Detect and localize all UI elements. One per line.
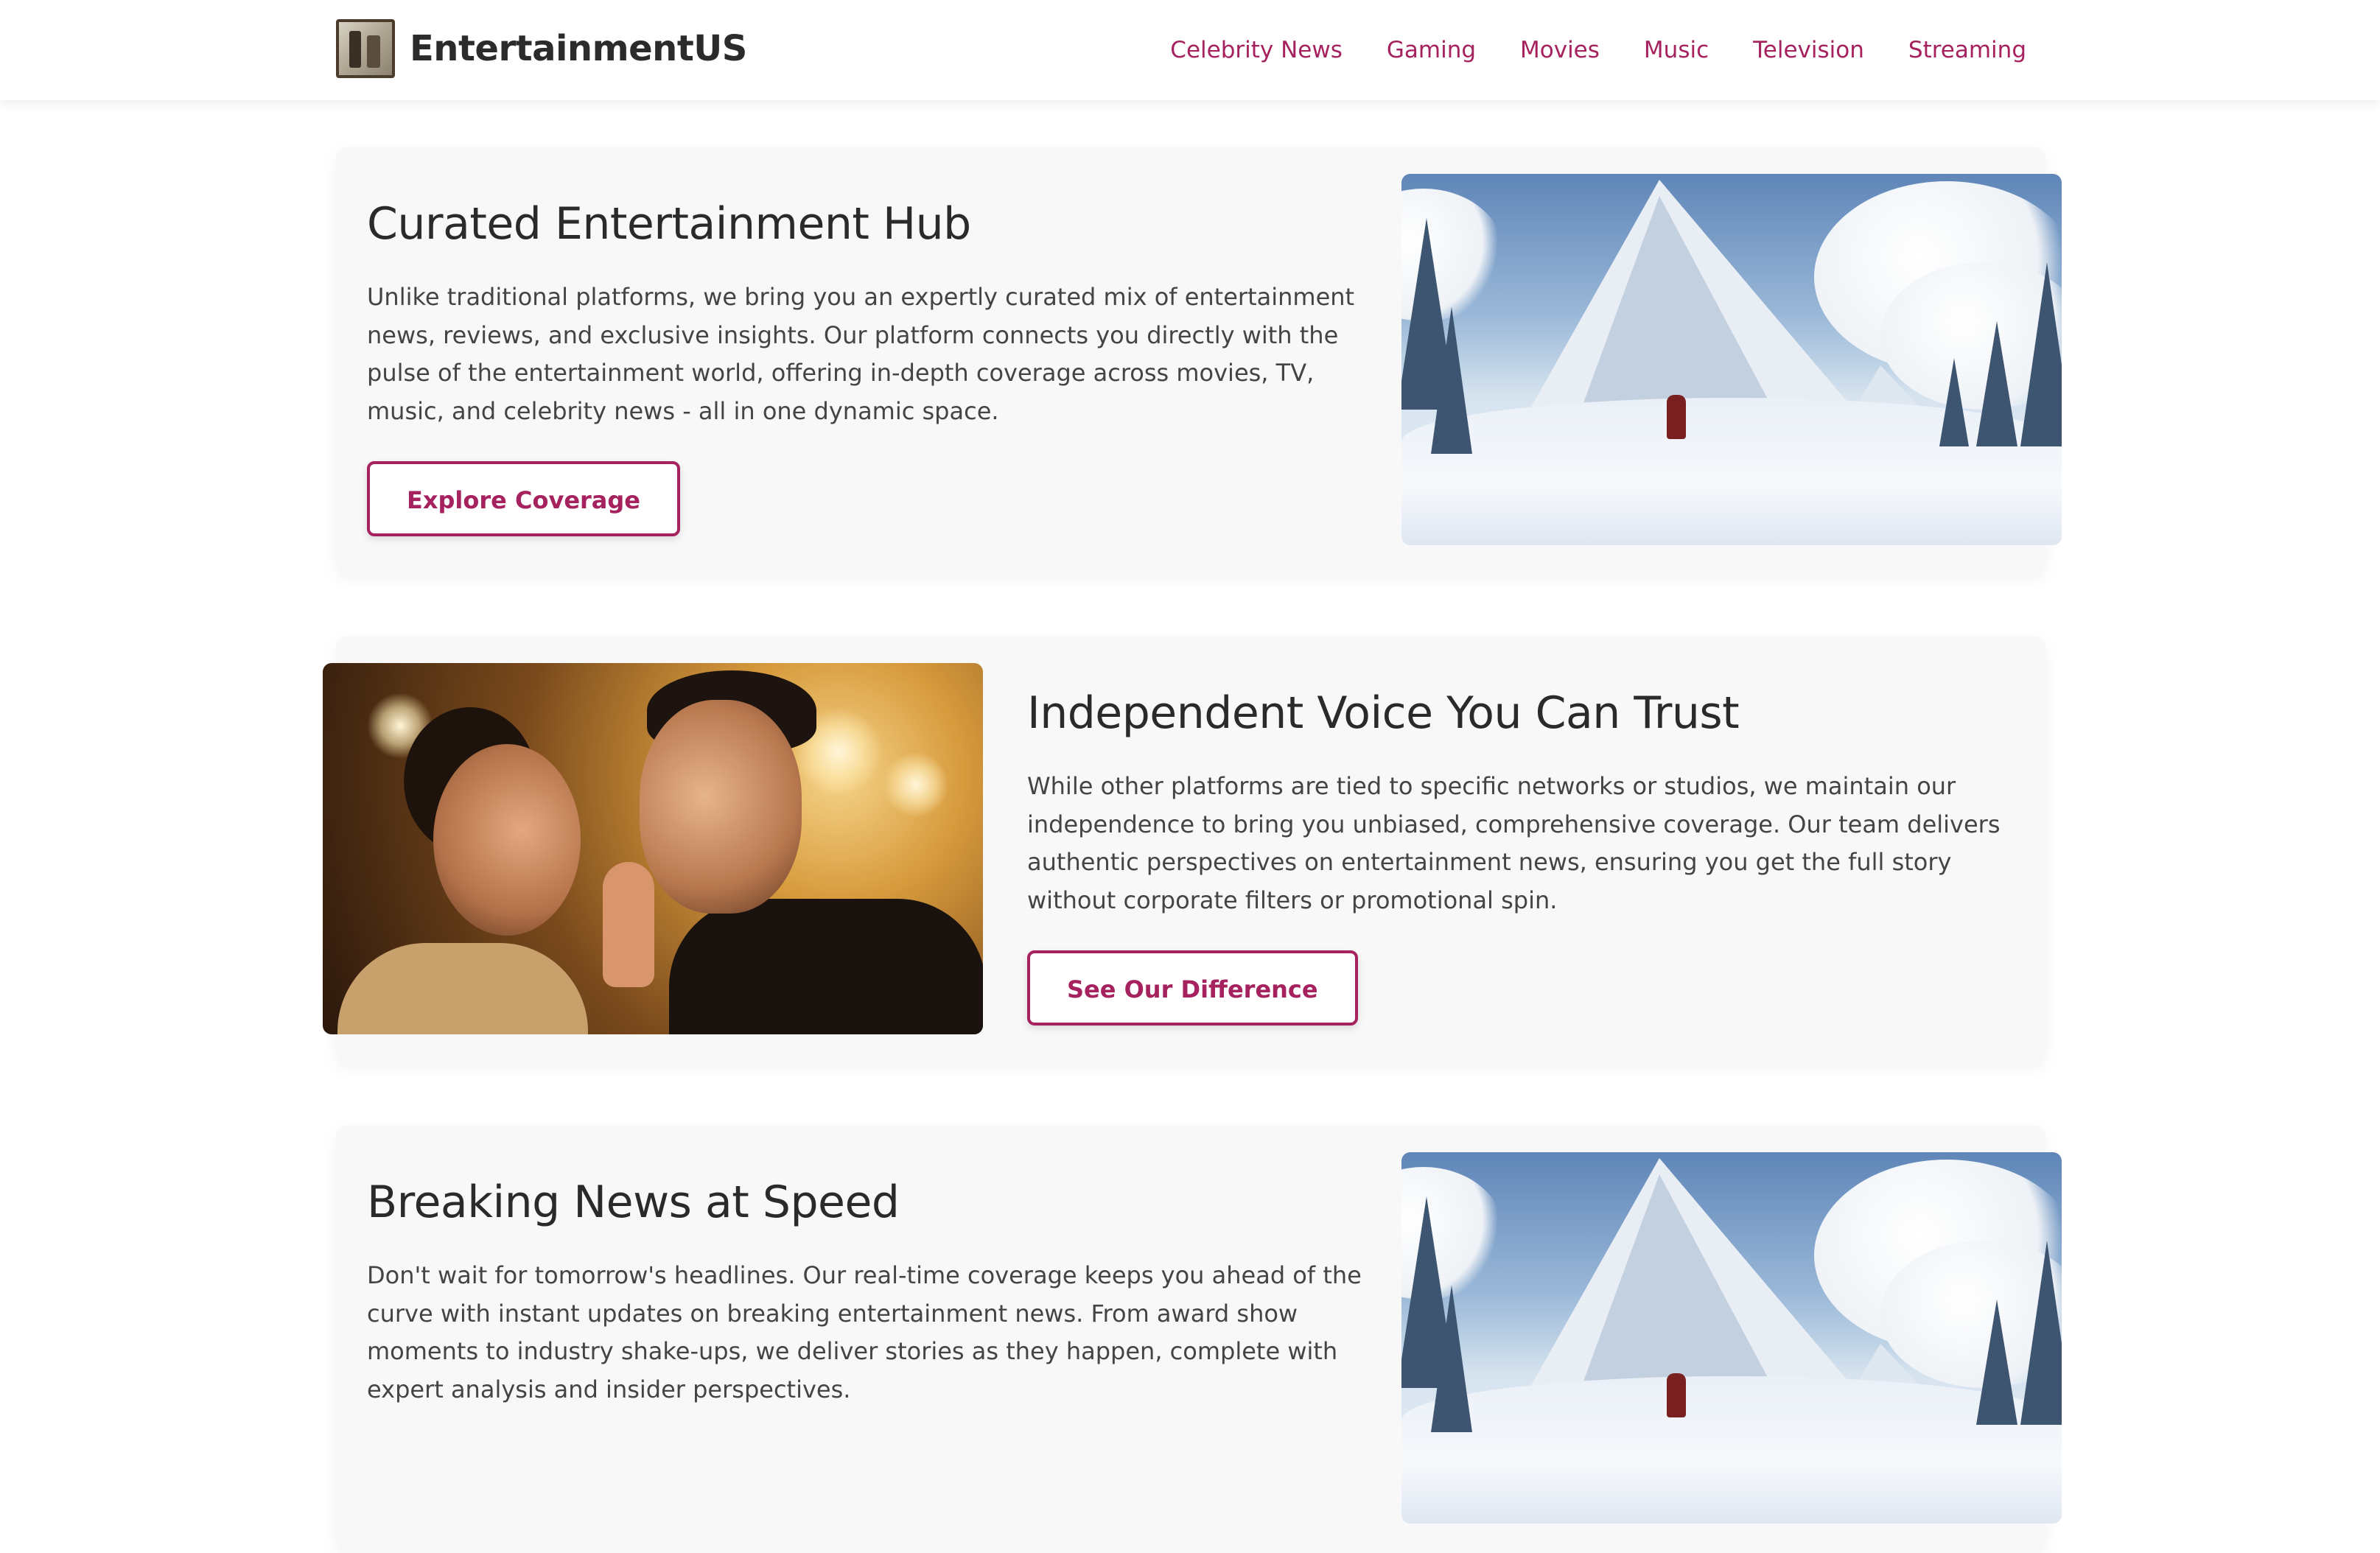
snowy-mountain-hiker-image: [1401, 174, 2062, 545]
feature-title: Breaking News at Speed: [367, 1177, 900, 1228]
feature-description: Unlike traditional platforms, we bring y…: [367, 283, 1355, 425]
nav-link-television[interactable]: Television: [1753, 37, 1864, 63]
feature-description: Don't wait for tomorrow's headlines. Our…: [367, 1261, 1362, 1403]
see-our-difference-button[interactable]: See Our Difference: [1027, 950, 1358, 1026]
feature-description: While other platforms are tied to specif…: [1027, 772, 2001, 914]
nav-link-celebrity-news[interactable]: Celebrity News: [1170, 37, 1343, 63]
feature-section-breaking-news: Breaking News at Speed Don't wait for to…: [336, 1126, 2062, 1553]
couple-engagement-image: [323, 663, 983, 1034]
feature-section-curated-hub: Curated Entertainment Hub Unlike traditi…: [336, 147, 2062, 575]
site-header: EntertainmentUS Celebrity News Gaming Mo…: [0, 0, 2380, 100]
nav-link-gaming[interactable]: Gaming: [1387, 37, 1476, 63]
brand-name: EntertainmentUS: [410, 28, 747, 69]
feature-section-independent-voice: Independent Voice You Can Trust While ot…: [323, 637, 2045, 1064]
brand-logo-link[interactable]: EntertainmentUS: [336, 18, 747, 79]
snowy-mountain-hiker-image: [1401, 1152, 2062, 1524]
feature-text-block: Breaking News at Speed Don't wait for to…: [367, 1173, 1369, 1409]
feature-text-block: Curated Entertainment Hub Unlike traditi…: [367, 194, 1369, 536]
brand-logo-image: [336, 19, 395, 78]
explore-coverage-button[interactable]: Explore Coverage: [367, 461, 680, 536]
feature-text-block: Independent Voice You Can Trust While ot…: [1027, 684, 2029, 1026]
nav-link-streaming[interactable]: Streaming: [1908, 37, 2026, 63]
nav-link-movies[interactable]: Movies: [1520, 37, 1600, 63]
main-navigation: Celebrity News Gaming Movies Music Telev…: [1170, 0, 2026, 100]
nav-link-music[interactable]: Music: [1644, 37, 1709, 63]
feature-title: Independent Voice You Can Trust: [1027, 687, 1740, 739]
feature-title: Curated Entertainment Hub: [367, 198, 971, 250]
